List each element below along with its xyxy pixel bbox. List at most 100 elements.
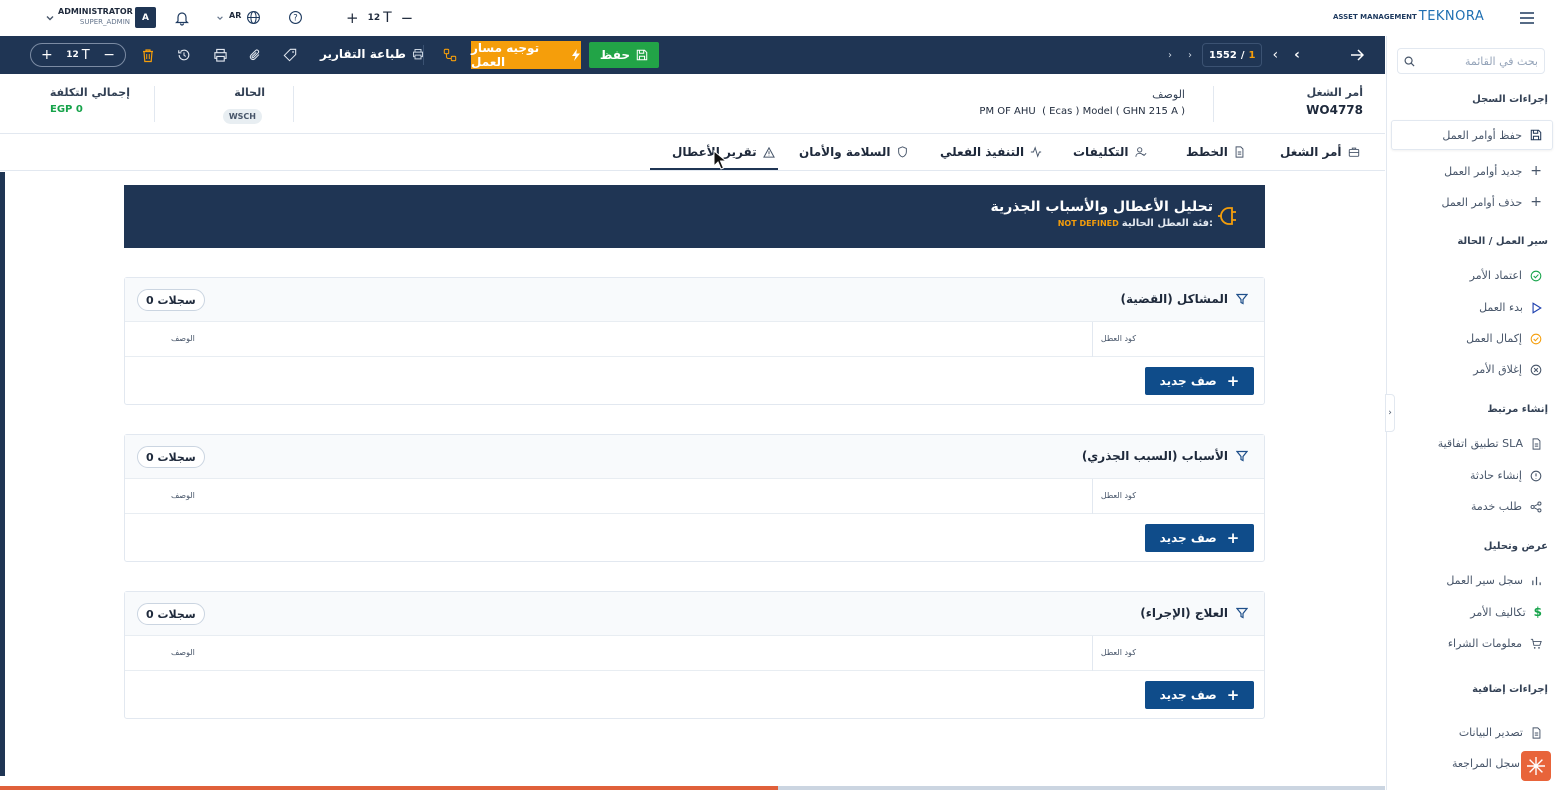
- remedy-panel: العلاج (الإجراء) 0 سجلات كود العطل الوصف…: [124, 591, 1265, 719]
- column-description[interactable]: الوصف: [171, 491, 195, 500]
- table-header: كود العطل الوصف: [125, 479, 1264, 514]
- add-row-button[interactable]: صف جديد +: [1145, 367, 1254, 395]
- tab-label: الخطط: [1186, 145, 1228, 159]
- sidebar-item-audit-log[interactable]: سجل المراجعة: [1452, 757, 1520, 770]
- previous-record-button[interactable]: ‹: [1266, 43, 1284, 67]
- check-circle-icon: [1530, 333, 1542, 345]
- brand-name: TEKNORA: [1418, 9, 1485, 24]
- font-decrease-button[interactable]: −: [401, 9, 414, 27]
- chevron-down-icon[interactable]: [214, 12, 226, 24]
- sidebar-item-label: إكمال العمل: [1466, 332, 1522, 345]
- sidebar-item-new[interactable]: جديد أوامر العمل +: [1444, 164, 1542, 178]
- column-failure-code[interactable]: كود العطل: [1101, 491, 1136, 500]
- work-order-header: أمر الشغل WO4778 الوصف PM OF AHU ( Ecas …: [0, 74, 1385, 134]
- tab-safety[interactable]: السلامة والأمان: [799, 145, 908, 159]
- tag-icon[interactable]: [280, 45, 300, 65]
- sidebar-item-service-request[interactable]: طلب خدمة: [1471, 500, 1542, 513]
- desc-label: الوصف: [1152, 88, 1185, 101]
- column-failure-code[interactable]: كود العطل: [1101, 334, 1136, 343]
- menu-icon[interactable]: [1518, 9, 1536, 27]
- plus-icon: +: [1226, 685, 1240, 704]
- sidebar-item-complete[interactable]: إكمال العمل: [1466, 332, 1542, 345]
- tab-actual-execution[interactable]: التنفيذ الفعلي: [940, 145, 1042, 159]
- actions-sidebar: بحث في القائمة إجراءات السجل حفظ أوامر ا…: [1386, 36, 1556, 790]
- sidebar-item-close[interactable]: إغلاق الأمر: [1473, 363, 1542, 376]
- causes-panel: الأسباب (السبب الجذري) 0 سجلات كود العطل…: [124, 434, 1265, 562]
- panel-header: العلاج (الإجراء) 0 سجلات: [125, 592, 1264, 636]
- tab-assignments[interactable]: التكليفات: [1073, 145, 1147, 159]
- filter-icon: [1236, 450, 1248, 462]
- status-badge: WSCH: [222, 109, 262, 124]
- search-input[interactable]: بحث في القائمة: [1465, 55, 1538, 68]
- assistant-icon[interactable]: [1521, 751, 1551, 781]
- bell-icon[interactable]: [173, 9, 191, 27]
- sidebar-item-label: إنشاء حادثة: [1470, 469, 1522, 482]
- sidebar-item-order-costs[interactable]: تكاليف الأمر $: [1470, 605, 1542, 619]
- attachment-icon[interactable]: [245, 45, 265, 65]
- sidebar-item-start[interactable]: بدء العمل: [1479, 301, 1542, 314]
- sidebar-item-label: جديد أوامر العمل: [1444, 164, 1523, 178]
- save-icon: [636, 49, 648, 61]
- column-description[interactable]: الوصف: [171, 648, 195, 657]
- panel-title: العلاج (الإجراء): [1140, 606, 1248, 620]
- play-icon: [1531, 301, 1542, 314]
- help-icon[interactable]: ?: [287, 9, 304, 26]
- sidebar-search[interactable]: بحث في القائمة: [1397, 48, 1545, 74]
- sidebar-item-label: تكاليف الأمر: [1470, 605, 1526, 619]
- language-label[interactable]: AR: [229, 11, 241, 20]
- tab-label: التكليفات: [1073, 145, 1129, 159]
- sidebar-item-label: تصدير البيانات: [1458, 726, 1523, 739]
- sidebar-item-purchasing[interactable]: معلومات الشراء: [1448, 637, 1542, 650]
- header-cost: إجمالي التكلفة EGP 0: [30, 86, 130, 115]
- shield-icon: [897, 146, 908, 158]
- panel-title: الأسباب (السبب الجذري): [1082, 449, 1248, 463]
- first-record-button[interactable]: ‹: [1288, 43, 1306, 67]
- sidebar-item-export[interactable]: تصدير البيانات: [1459, 726, 1542, 739]
- save-button[interactable]: حفظ: [589, 42, 659, 68]
- avatar[interactable]: A: [135, 7, 156, 28]
- route-workflow-button[interactable]: توجيه مسار العمل: [471, 41, 581, 69]
- workflow-icon[interactable]: [440, 45, 460, 65]
- printer-icon[interactable]: [210, 45, 230, 65]
- back-arrow-icon[interactable]: [1348, 46, 1366, 64]
- history-icon[interactable]: [174, 45, 194, 65]
- toolbar: + 12 T − طباعة التقارير توجيه مسار العمل: [0, 36, 1385, 74]
- tab-plans[interactable]: الخطط: [1186, 145, 1245, 159]
- print-reports-button[interactable]: طباعة التقارير: [320, 47, 424, 61]
- last-record-button[interactable]: ›: [1162, 43, 1178, 67]
- sidebar-item-approve[interactable]: اعتماد الأمر: [1470, 269, 1542, 282]
- tab-label: التنفيذ الفعلي: [940, 145, 1025, 159]
- sidebar-item-label: إغلاق الأمر: [1473, 363, 1522, 376]
- globe-icon[interactable]: [245, 9, 262, 26]
- record-counter[interactable]: 1552 / 1: [1202, 43, 1263, 67]
- sidebar-item-label: معلومات الشراء: [1447, 637, 1522, 650]
- add-row-button[interactable]: صف جديد +: [1145, 681, 1254, 709]
- font-increase-button[interactable]: +: [346, 9, 359, 27]
- sidebar-item-save[interactable]: حفظ أوامر العمل: [1391, 120, 1553, 150]
- add-row-button[interactable]: صف جديد +: [1145, 524, 1254, 552]
- sidebar-item-sla[interactable]: تطبيق اتفاقية SLA: [1438, 437, 1542, 450]
- chevron-down-icon[interactable]: [44, 12, 56, 24]
- bottom-progress-fill: [0, 786, 778, 790]
- status-label: الحالة: [234, 86, 265, 99]
- user-info[interactable]: ADMINISTRATOR SUPER_ADMIN: [58, 6, 133, 28]
- table-header: كود العطل الوصف: [125, 322, 1264, 357]
- sidebar-item-incident[interactable]: إنشاء حادثة: [1470, 469, 1542, 482]
- header-divider: [293, 86, 294, 122]
- sidebar-collapse-handle[interactable]: ›: [1385, 394, 1395, 432]
- document-icon: [1531, 726, 1542, 739]
- header-divider: [154, 86, 155, 122]
- add-row-label: صف جديد: [1159, 531, 1217, 545]
- text-size-icon: T: [81, 47, 90, 63]
- column-description[interactable]: الوصف: [171, 334, 195, 343]
- tab-work-order[interactable]: أمر الشغل: [1280, 145, 1360, 159]
- record-count-badge: 0 سجلات: [137, 289, 205, 311]
- save-label: حفظ: [599, 48, 631, 62]
- sidebar-item-delete[interactable]: حذف أوامر العمل +: [1442, 195, 1543, 209]
- toolbar-font-increase[interactable]: +: [41, 47, 53, 63]
- sidebar-item-workflow-log[interactable]: سجل سير العمل: [1446, 574, 1542, 587]
- next-record-button[interactable]: ›: [1182, 43, 1198, 67]
- trash-icon[interactable]: [138, 45, 158, 65]
- column-failure-code[interactable]: كود العطل: [1101, 648, 1136, 657]
- toolbar-font-decrease[interactable]: −: [103, 47, 115, 63]
